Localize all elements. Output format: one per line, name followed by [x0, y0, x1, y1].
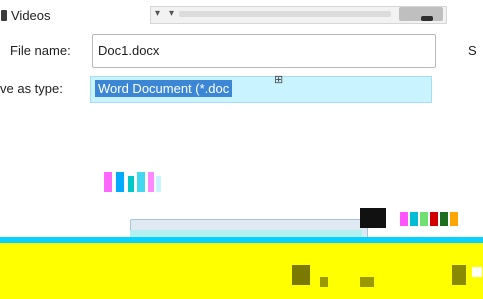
artifact-bar [137, 172, 145, 192]
dark-icon [360, 208, 386, 228]
address-track [179, 11, 391, 17]
save-as-type-value[interactable]: Word Document (*.doc [95, 80, 233, 97]
glyph-icon [360, 277, 374, 287]
artifact-bar [148, 172, 154, 192]
bottom-bar [0, 237, 483, 299]
status-icon [440, 212, 448, 226]
glyph-icon [452, 265, 466, 285]
view-icon [421, 16, 433, 21]
status-icon [450, 212, 458, 226]
artifact-bar [116, 172, 124, 192]
status-icon [430, 212, 438, 226]
status-icon [420, 212, 428, 226]
dropdown-glyph-icon[interactable]: ⊞ [274, 73, 283, 86]
dropdown-caret-icon[interactable]: ▾ [155, 8, 160, 19]
location-row[interactable]: Videos [0, 6, 51, 24]
glyph-icon [472, 267, 482, 277]
file-name-field[interactable]: Doc1.docx [92, 34, 436, 68]
file-name-label: File name: [10, 43, 71, 58]
dropdown-caret-icon[interactable]: ▾ [169, 8, 174, 19]
address-bar[interactable]: ▾ ▾ [150, 6, 447, 24]
status-icon [410, 212, 418, 226]
artifact-bar [156, 176, 161, 192]
status-icon [400, 212, 408, 226]
artifact-bar [0, 237, 483, 243]
save-as-type-label: ve as type: [0, 81, 63, 96]
glyph-icon [320, 277, 328, 287]
status-icons [400, 212, 458, 226]
artifact-bar [128, 176, 134, 192]
location-label: Videos [11, 7, 51, 23]
side-label: S [468, 43, 477, 58]
folder-icon [1, 9, 7, 21]
save-as-type-select[interactable]: Word Document (*.doc ⊞ [90, 73, 432, 103]
glyph-icon [292, 265, 310, 285]
file-name-value[interactable]: Doc1.docx [98, 43, 159, 58]
artifact-bar [104, 172, 112, 192]
